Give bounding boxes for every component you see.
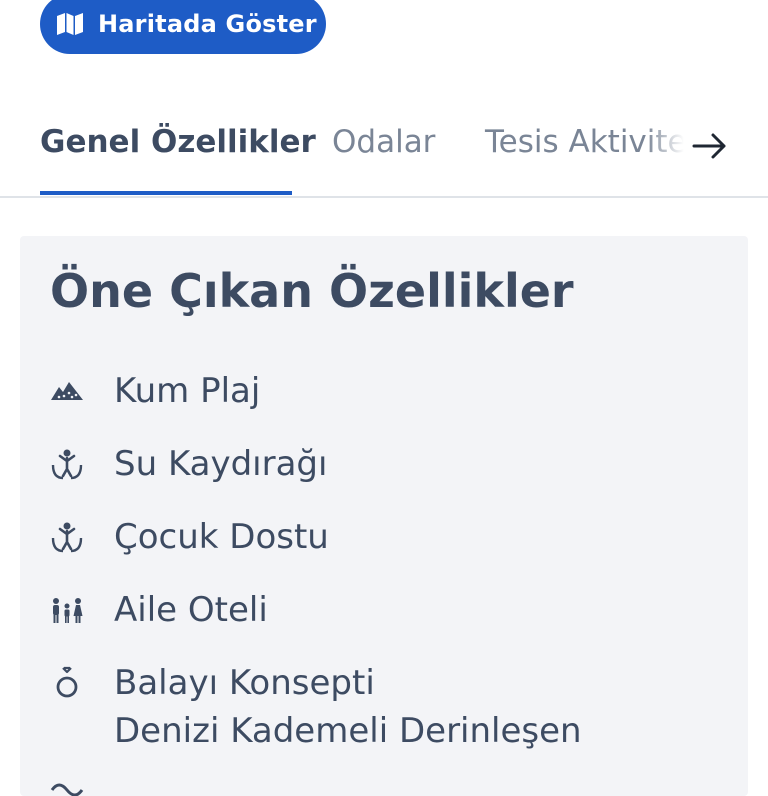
feature-label: Denizi Kademeli Derinleşen	[114, 711, 582, 751]
feature-label: Kum Plaj	[114, 370, 261, 411]
ring-icon	[50, 666, 84, 700]
active-tab-indicator	[40, 191, 292, 195]
feature-label: Su Kaydırağı	[114, 443, 328, 484]
feature-label: Çocuk Dostu	[114, 516, 329, 557]
show-on-map-label: Haritada Göster	[98, 10, 317, 38]
tab-rooms[interactable]: Odalar	[332, 124, 435, 160]
highlighted-features-panel: Öne Çıkan Özellikler Kum Plaj Su Kaydıra…	[20, 236, 748, 796]
tabs-scroll-right-button[interactable]	[684, 100, 768, 196]
child-hands-icon	[50, 447, 84, 481]
sand-beach-icon	[50, 374, 84, 408]
feature-label: Aile Oteli	[114, 589, 268, 630]
feature-label: Balayı Konsepti	[114, 662, 375, 703]
child-hands-icon	[50, 520, 84, 554]
tab-bar: Genel Özellikler Odalar Tesis Aktivitele…	[0, 100, 768, 198]
feature-child-friendly: Çocuk Dostu	[20, 500, 748, 573]
feature-honeymoon: Balayı Konsepti	[20, 646, 748, 719]
wave-icon	[50, 771, 84, 796]
feature-sand-beach: Kum Plaj	[20, 354, 748, 427]
tab-general-features[interactable]: Genel Özellikler	[40, 124, 316, 160]
feature-list: Kum Plaj Su Kaydırağı Çocuk Dostu Aile O…	[20, 354, 748, 796]
map-icon	[56, 12, 84, 36]
arrow-right-icon	[692, 132, 728, 164]
feature-water-slide: Su Kaydırağı	[20, 427, 748, 500]
feature-gradual-depth-sea: Denizi Kademeli Derinleşen	[20, 711, 748, 796]
show-on-map-button[interactable]: Haritada Göster	[40, 0, 326, 54]
features-title: Öne Çıkan Özellikler	[50, 264, 574, 318]
family-icon	[50, 593, 84, 627]
feature-family-hotel: Aile Oteli	[20, 573, 748, 646]
